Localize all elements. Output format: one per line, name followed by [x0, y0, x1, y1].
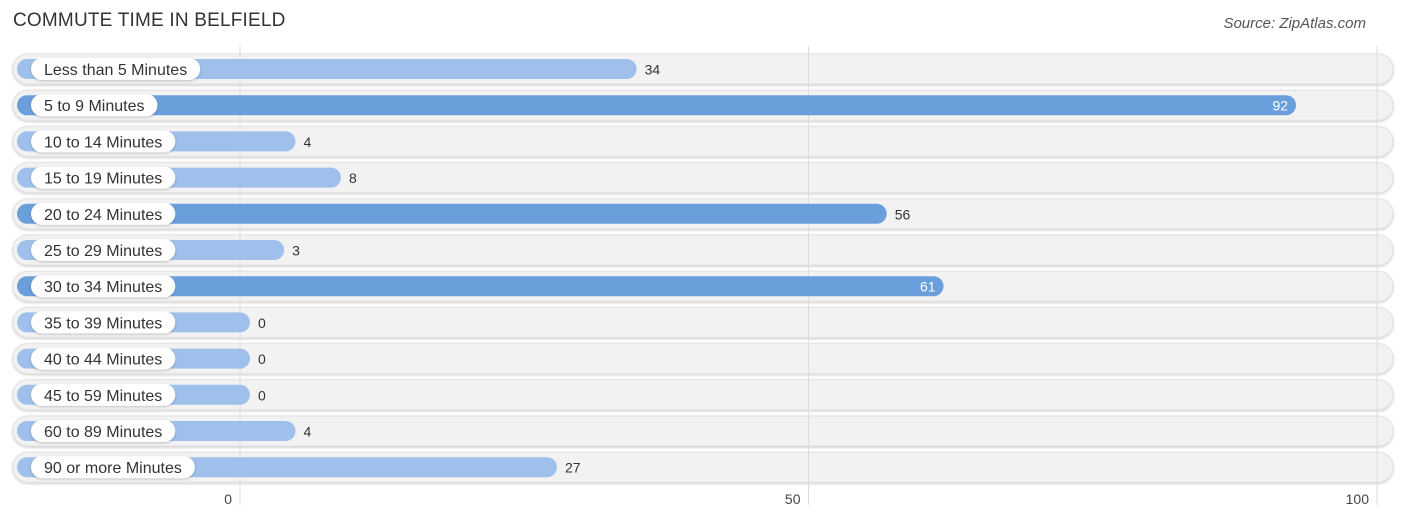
- category-label: 35 to 39 Minutes: [44, 315, 162, 332]
- x-tick-label: 0: [224, 491, 232, 507]
- x-tick-label: 100: [1346, 491, 1370, 507]
- value-label: 3: [292, 243, 300, 259]
- category-label: 40 to 44 Minutes: [44, 352, 162, 369]
- value-label: 0: [258, 315, 266, 331]
- value-label: 27: [565, 460, 581, 476]
- value-label: 34: [645, 62, 661, 78]
- value-label: 0: [258, 387, 266, 403]
- category-label: 20 to 24 Minutes: [44, 207, 162, 224]
- category-label: 5 to 9 Minutes: [44, 98, 145, 115]
- x-tick-label: 50: [785, 491, 801, 507]
- category-label: 60 to 89 Minutes: [44, 424, 162, 441]
- value-label: 4: [303, 134, 311, 150]
- value-label: 92: [1272, 98, 1288, 114]
- category-label: 25 to 29 Minutes: [44, 243, 162, 260]
- category-label: 90 or more Minutes: [44, 460, 182, 477]
- value-label: 0: [258, 351, 266, 367]
- bar-chart: Less than 5 Minutes 345 to 9 Minutes 9210 …: [12, 46, 1394, 507]
- category-label: 45 to 59 Minutes: [44, 388, 162, 405]
- value-label: 8: [349, 170, 357, 186]
- bar[interactable]: [17, 95, 1297, 116]
- value-label: 4: [303, 424, 311, 440]
- value-label: 56: [895, 206, 911, 222]
- value-label: 61: [920, 279, 936, 295]
- category-label: 30 to 34 Minutes: [44, 279, 162, 296]
- category-label: 15 to 19 Minutes: [44, 171, 162, 188]
- category-label: 10 to 14 Minutes: [44, 134, 162, 151]
- category-label: Less than 5 Minutes: [44, 62, 187, 79]
